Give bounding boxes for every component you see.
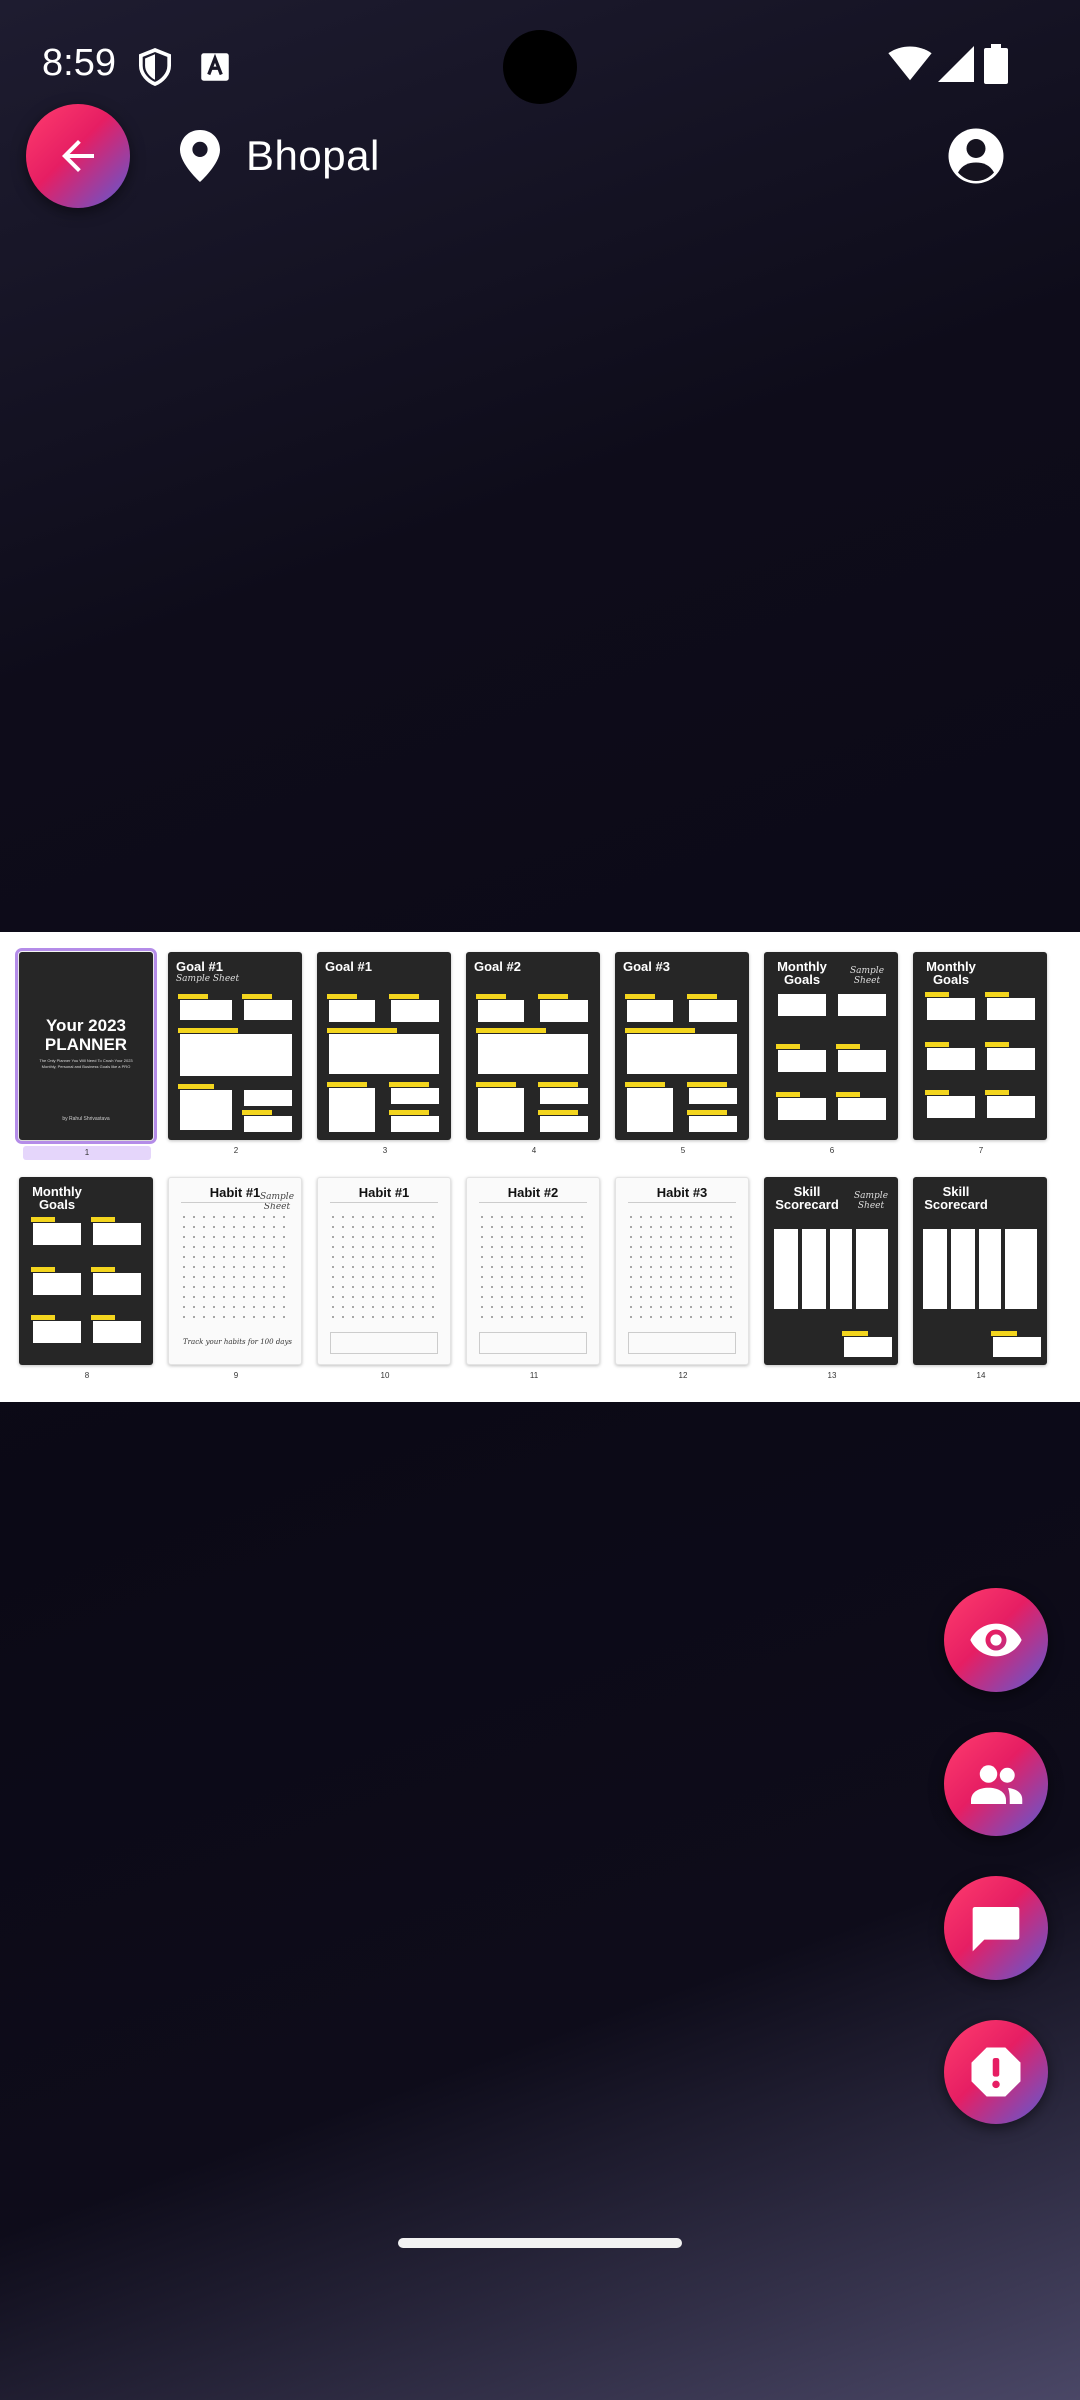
people-icon — [971, 1765, 1023, 1804]
page-number: 4 — [531, 1146, 537, 1155]
location-name[interactable]: Bhopal — [246, 132, 380, 180]
signal-icon — [938, 46, 974, 87]
arrow-back-icon — [62, 140, 94, 172]
page-thumbnail[interactable]: Skill Scorecard 14 — [913, 1177, 1049, 1381]
page-number: 12 — [678, 1371, 688, 1380]
page-title: Monthly Goals — [777, 959, 827, 987]
page-thumbnail[interactable]: Skill Scorecard Sample Sheet 13 — [764, 1177, 900, 1381]
page-title: Goal #2 — [474, 959, 521, 974]
page-note: Track your habits for 100 days — [183, 1338, 293, 1346]
chat-icon — [972, 1907, 1020, 1952]
cover-byline: by Rahul Shrivastava — [62, 1116, 110, 1122]
page-number: 13 — [827, 1371, 837, 1380]
page-number: 14 — [976, 1371, 986, 1380]
page-title: Habit #3 — [656, 1185, 708, 1200]
page-preview: Habit #3 — [615, 1177, 749, 1365]
page-preview: Goal #2 — [466, 952, 600, 1140]
back-button[interactable] — [26, 104, 130, 208]
page-thumbnail[interactable]: Goal #1 3 — [317, 952, 453, 1156]
status-time: 8:59 — [42, 42, 116, 84]
cover-page: Your 2023 PLANNER The Only Planner You W… — [15, 948, 157, 1144]
top-bar: Bhopal — [0, 104, 1080, 212]
report-button[interactable] — [944, 2020, 1048, 2124]
page-preview: Skill Scorecard — [913, 1177, 1047, 1365]
page-number: 1 — [23, 1146, 151, 1160]
page-title: Goal #3 — [623, 959, 670, 974]
page-thumbnail[interactable]: Monthly Goals 7 — [913, 952, 1049, 1156]
eye-icon — [970, 1623, 1022, 1657]
page-thumbnail[interactable]: Goal #2 4 — [466, 952, 602, 1156]
page-thumbnail[interactable]: Monthly Goals Sample Sheet 6 — [764, 952, 900, 1156]
page-number: 5 — [680, 1146, 686, 1155]
people-button[interactable] — [944, 1732, 1048, 1836]
view-button[interactable] — [944, 1588, 1048, 1692]
page-script: Sample Sheet — [849, 966, 885, 986]
page-thumbnail[interactable]: Habit #3 12 — [615, 1177, 751, 1381]
page-title: Skill Scorecard — [775, 1184, 839, 1212]
page-thumbnail[interactable]: Goal #1 Sample Sheet 2 — [168, 952, 304, 1156]
page-preview: Goal #1 — [317, 952, 451, 1140]
page-number: 2 — [233, 1146, 239, 1155]
page-script: Sample Sheet — [853, 1191, 889, 1211]
page-number: 7 — [978, 1146, 984, 1155]
page-title: Monthly Goals — [32, 1184, 82, 1212]
page-thumbnail-strip: Your 2023 PLANNER The Only Planner You W… — [0, 932, 1080, 1402]
page-preview: Goal #1 Sample Sheet — [168, 952, 302, 1140]
page-script: Sample Sheet — [176, 974, 240, 984]
page-title: Monthly Goals — [926, 959, 976, 987]
page-title: Goal #1 — [325, 959, 372, 974]
page-preview: Monthly Goals — [19, 1177, 153, 1365]
page-title: Skill Scorecard — [924, 1184, 988, 1212]
page-preview: Skill Scorecard Sample Sheet — [764, 1177, 898, 1365]
page-number: 3 — [382, 1146, 388, 1155]
page-number: 9 — [233, 1371, 239, 1380]
page-title: Goal #1 — [176, 959, 223, 974]
page-thumbnail[interactable]: Your 2023 PLANNER The Only Planner You W… — [15, 948, 157, 1160]
page-preview: Monthly Goals Sample Sheet — [764, 952, 898, 1140]
font-icon — [200, 52, 230, 87]
chat-button[interactable] — [944, 1876, 1048, 1980]
cover-title: Your 2023 PLANNER — [44, 1016, 128, 1054]
home-indicator[interactable] — [398, 2238, 682, 2248]
page-number: 11 — [529, 1371, 539, 1380]
page-number: 8 — [84, 1371, 90, 1380]
cover-subtitle: The Only Planner You Will Need To Crush … — [39, 1058, 133, 1069]
camera-cutout — [503, 30, 577, 104]
account-circle-icon[interactable] — [946, 126, 1006, 191]
location-pin-icon — [176, 128, 224, 189]
page-preview: Habit #1 — [317, 1177, 451, 1365]
page-thumbnail[interactable]: Monthly Goals 8 — [19, 1177, 155, 1381]
page-preview: Monthly Goals — [913, 952, 1047, 1140]
page-preview: Habit #1 Sample Sheet Track your habits … — [168, 1177, 302, 1365]
report-icon — [971, 2047, 1021, 2097]
page-thumbnail[interactable]: Habit #1 Sample Sheet Track your habits … — [168, 1177, 304, 1381]
page-preview: Goal #3 — [615, 952, 749, 1140]
page-thumbnail[interactable]: Habit #2 11 — [466, 1177, 602, 1381]
page-number: 6 — [829, 1146, 835, 1155]
page-thumbnail[interactable]: Goal #3 5 — [615, 952, 751, 1156]
page-title: Habit #2 — [507, 1185, 559, 1200]
battery-icon — [984, 44, 1008, 89]
page-thumbnail[interactable]: Habit #1 10 — [317, 1177, 453, 1381]
wifi-icon — [888, 46, 932, 87]
page-title: Habit #1 — [358, 1185, 410, 1200]
shield-icon — [138, 48, 172, 91]
page-preview: Habit #2 — [466, 1177, 600, 1365]
page-number: 10 — [380, 1371, 390, 1380]
